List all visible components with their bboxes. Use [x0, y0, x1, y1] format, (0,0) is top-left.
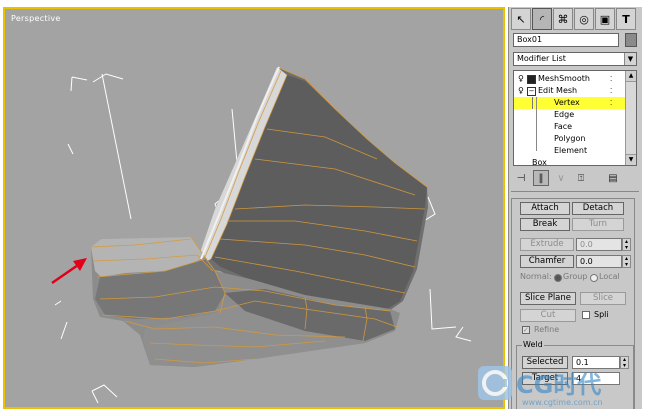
make-unique-icon[interactable]: ∨ [553, 170, 569, 186]
modify-curve-icon: ◜ [539, 12, 545, 26]
pointer-arrow-icon: ↖ [516, 12, 526, 26]
split-label: Spli [594, 310, 609, 319]
refine-checkbox[interactable]: ✓ [522, 326, 530, 334]
lightbulb-icon[interactable]: ♀ [518, 73, 524, 85]
extrude-amount-field[interactable]: 0.0 [576, 238, 622, 251]
extrude-spinner-icon[interactable]: ▴ ▾ [622, 238, 631, 251]
split-checkbox[interactable] [582, 311, 590, 319]
normal-label: Normal: [520, 272, 552, 281]
tree-line [536, 97, 537, 151]
modifier-list-dropdown[interactable]: Modifier List ▼ [513, 52, 637, 66]
stack-item-label: Polygon [554, 134, 586, 143]
scroll-up-icon[interactable]: ▲ [626, 71, 636, 82]
stack-item-label: Face [554, 122, 573, 131]
svg-text:www.cgtime.com.cn: www.cgtime.com.cn [522, 398, 603, 407]
stack-item-label: MeshSmooth [538, 74, 590, 83]
collapse-icon[interactable]: − [527, 87, 536, 96]
tab-hierarchy[interactable]: ⌘ [553, 8, 573, 30]
dots-icon: ⁚ [610, 87, 613, 95]
group-radio[interactable] [554, 274, 562, 282]
tree-line-icon [532, 97, 533, 109]
stack-item-label: Element [554, 146, 588, 155]
slice-button[interactable]: Slice [580, 292, 626, 305]
local-radio[interactable] [590, 274, 598, 282]
modifier-list-label: Modifier List [517, 54, 566, 63]
stack-item-label: Edge [554, 110, 575, 119]
panel-tabs: ↖ ◜ ⌘ ◎ ▣ T [511, 8, 641, 32]
dots-icon: ⁚ [610, 75, 613, 83]
tab-motion[interactable]: ◎ [574, 8, 594, 30]
mesh-object [90, 66, 428, 367]
perspective-viewport[interactable]: Perspective [3, 7, 505, 409]
stack-subitem-edge[interactable]: Edge [514, 109, 626, 121]
annotation-arrow [51, 258, 87, 285]
modifier-stack[interactable]: ♀ MeshSmooth ⁚ ♀ − Edit Mesh ⁚ Vertex ⁚ … [513, 70, 637, 166]
show-end-result-icon[interactable]: ‖ [533, 170, 549, 186]
expand-icon[interactable] [527, 75, 536, 84]
stack-scrollbar[interactable]: ▲ ▼ [625, 71, 636, 165]
remove-modifier-icon[interactable]: ⍐ [573, 170, 589, 186]
app-window: Perspective ↖ ◜ ⌘ ◎ ▣ T Box01 Modifier L… [0, 0, 650, 416]
chamfer-button[interactable]: Chamfer [520, 255, 574, 268]
cut-button[interactable]: Cut [520, 309, 576, 322]
stack-subitem-polygon[interactable]: Polygon [514, 133, 626, 145]
mesh-scene[interactable] [5, 9, 503, 407]
stack-subitem-face[interactable]: Face [514, 121, 626, 133]
chamfer-spinner-icon[interactable]: ▴ ▾ [622, 255, 631, 268]
chevron-down-icon: ▼ [624, 53, 636, 65]
display-icon: ▣ [599, 12, 611, 26]
extrude-button[interactable]: Extrude [520, 238, 574, 251]
svg-text:CG时代: CG时代 [516, 371, 601, 399]
pin-stack-icon[interactable]: ⊣ [513, 170, 529, 186]
object-color-swatch[interactable] [625, 33, 637, 47]
stack-item-label: Edit Mesh [538, 86, 578, 95]
group-label: Group [563, 272, 588, 281]
scroll-down-icon[interactable]: ▼ [626, 154, 636, 165]
break-button[interactable]: Break [520, 218, 570, 231]
stack-item-edit-mesh[interactable]: ♀ − Edit Mesh ⁚ [514, 85, 626, 97]
motion-icon: ◎ [579, 12, 589, 26]
turn-button[interactable]: Turn [572, 218, 624, 231]
slice-plane-button[interactable]: Slice Plane [520, 292, 576, 305]
configure-sets-icon[interactable]: ▤ [605, 170, 621, 186]
dots-icon: ⁚ [610, 99, 613, 107]
stack-item-label: Vertex [554, 98, 580, 107]
detach-button[interactable]: Detach [572, 202, 624, 215]
tab-display[interactable]: ▣ [595, 8, 615, 30]
stack-item-label: Box [532, 158, 547, 166]
lightbulb-icon[interactable]: ♀ [518, 85, 524, 97]
stack-subitem-element[interactable]: Element [514, 145, 626, 157]
weld-group-title: Weld [522, 340, 544, 349]
cg-time-watermark-logo: CG时代 www.cgtime.com.cn [478, 366, 603, 407]
tab-modify[interactable]: ◜ [532, 8, 552, 30]
object-name-field[interactable]: Box01 [513, 33, 619, 47]
stack-tools: ⊣ ‖ ∨ ⍐ ▤ [513, 169, 637, 187]
refine-label: Refine [534, 325, 560, 334]
tab-create[interactable]: ↖ [511, 8, 531, 30]
tab-utilities[interactable]: T [616, 8, 636, 30]
chamfer-amount-field[interactable]: 0.0 [576, 255, 622, 268]
local-label: Local [599, 272, 620, 281]
command-panel: ↖ ◜ ⌘ ◎ ▣ T Box01 Modifier List ▼ ♀ Mesh… [508, 7, 642, 409]
attach-button[interactable]: Attach [520, 202, 570, 215]
utilities-hammer-icon: T [622, 12, 630, 26]
hierarchy-icon: ⌘ [557, 12, 569, 26]
stack-item-box[interactable]: Box [514, 157, 626, 166]
stack-subitem-vertex[interactable]: Vertex ⁚ [514, 97, 626, 109]
stack-item-meshsmooth[interactable]: ♀ MeshSmooth ⁚ [514, 73, 626, 85]
